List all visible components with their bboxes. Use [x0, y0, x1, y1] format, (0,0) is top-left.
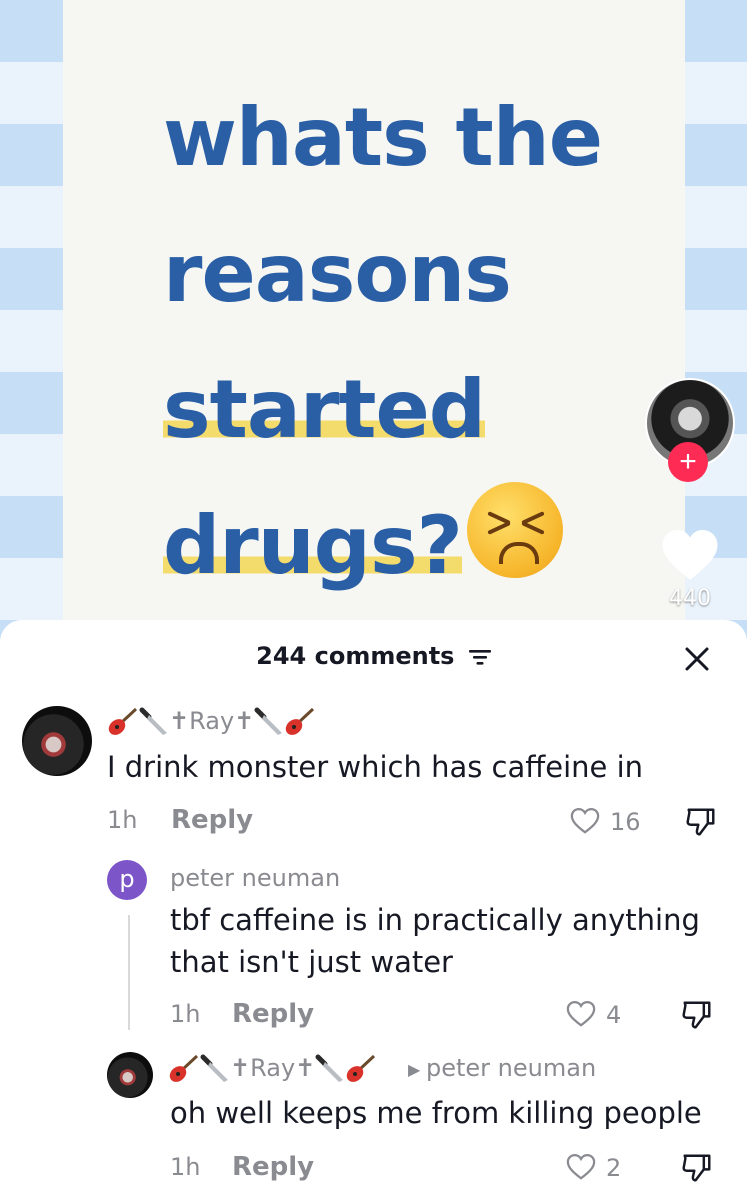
- comment-text: oh well keeps me from killing people: [170, 1096, 702, 1130]
- like-count: 4: [606, 1001, 622, 1029]
- reply-button[interactable]: Reply: [232, 1152, 314, 1182]
- heart-icon[interactable]: [566, 1000, 596, 1028]
- like-count: 440: [669, 586, 711, 611]
- dislike-icon[interactable]: [680, 1000, 714, 1030]
- video-area[interactable]: whats the reasons started drugs? + 440: [0, 0, 747, 660]
- comment-text-line-1: tbf caffeine is in practically anything: [170, 903, 700, 937]
- comment-username[interactable]: peter neuman: [170, 864, 340, 892]
- close-icon[interactable]: [682, 644, 712, 674]
- comment-time: 1h: [107, 806, 138, 834]
- reply-to-username[interactable]: peter neuman: [426, 1054, 596, 1082]
- knife-emoji: [254, 707, 283, 735]
- avatar[interactable]: [107, 1052, 153, 1098]
- persevering-face-emoji: [467, 482, 563, 578]
- heart-icon[interactable]: [566, 1153, 596, 1181]
- reply-arrow-icon: ▶: [408, 1060, 421, 1079]
- comment-text: I drink monster which has caffeine in: [107, 750, 644, 784]
- comment-time: 1h: [170, 1000, 201, 1028]
- plus-icon: +: [679, 445, 697, 478]
- comment-text-line-2: that isn't just water: [170, 945, 453, 979]
- thread-line: [128, 915, 130, 1030]
- guitar-emoji: [169, 1054, 199, 1082]
- comments-count: 244 comments: [256, 642, 455, 670]
- guitar-emoji: [108, 707, 138, 735]
- avatar[interactable]: [22, 706, 92, 776]
- reply-button[interactable]: Reply: [171, 805, 253, 835]
- avatar[interactable]: p: [107, 860, 147, 900]
- dislike-icon[interactable]: [680, 1153, 714, 1183]
- knife-emoji: [315, 1054, 344, 1082]
- comments-header: 244 comments: [0, 642, 747, 670]
- headline-line-4: drugs?: [163, 499, 463, 592]
- like-count: 16: [610, 808, 641, 836]
- comments-sheet: 244 comments ✝Ray✝ I drink monster which…: [0, 620, 747, 1200]
- comment-username[interactable]: ✝Ray✝: [107, 707, 316, 737]
- guitar-emoji: [286, 707, 315, 735]
- comment-time: 1h: [170, 1153, 201, 1181]
- headline-line-1: whats the: [163, 91, 603, 184]
- knife-emoji: [139, 707, 167, 735]
- guitar-emoji: [347, 1054, 376, 1082]
- headline-line-2: reasons: [163, 227, 512, 320]
- headline-line-3: started: [163, 363, 486, 456]
- reply-button[interactable]: Reply: [232, 999, 314, 1029]
- follow-button[interactable]: +: [668, 442, 708, 482]
- heart-icon[interactable]: [660, 527, 720, 583]
- filter-icon[interactable]: [468, 648, 491, 666]
- like-count: 2: [606, 1154, 622, 1182]
- dislike-icon[interactable]: [684, 807, 718, 837]
- knife-emoji: [200, 1054, 228, 1082]
- heart-icon[interactable]: [570, 807, 600, 835]
- comment-username[interactable]: ✝Ray✝: [168, 1054, 377, 1084]
